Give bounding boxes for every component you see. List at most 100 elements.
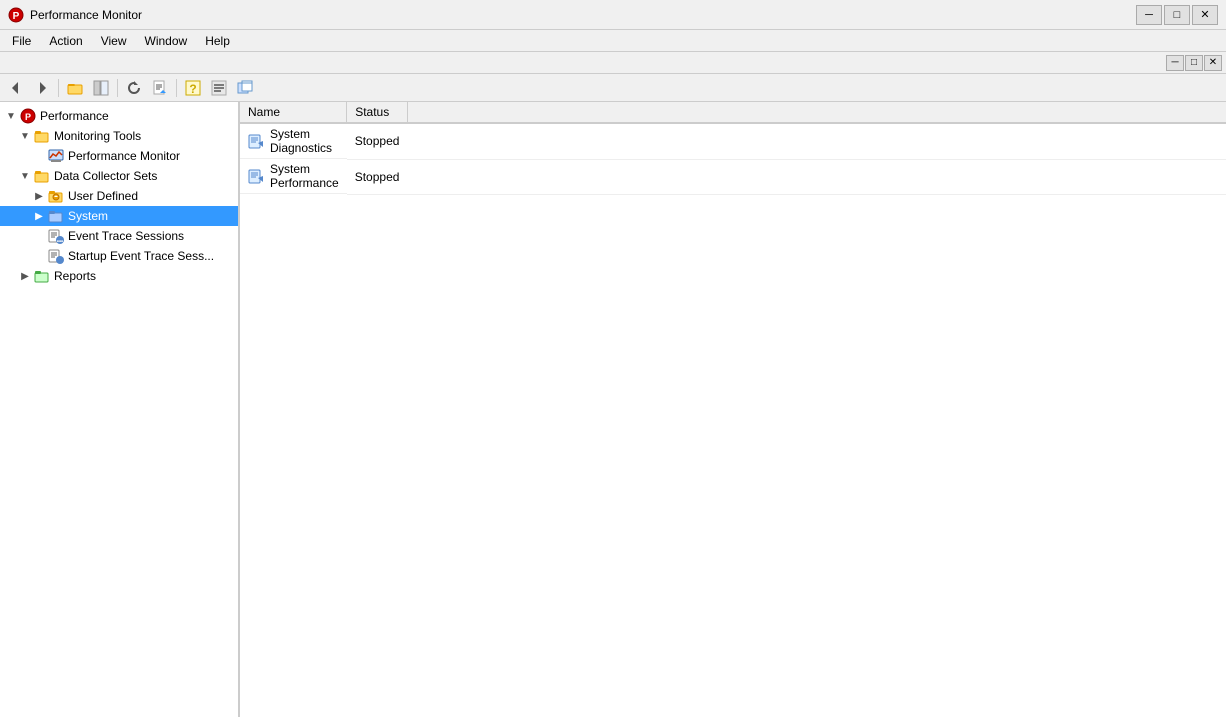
- tree-item-reports[interactable]: ▶ Reports: [0, 266, 238, 286]
- col-header-name[interactable]: Name: [240, 102, 347, 123]
- console-tree-icon: [93, 80, 109, 96]
- cell-text-system-diagnostics: System Diagnostics: [270, 127, 339, 155]
- tree-label-reports: Reports: [54, 269, 96, 283]
- close-button[interactable]: ✕: [1192, 5, 1218, 25]
- expand-user-defined[interactable]: ▶: [32, 189, 46, 203]
- title-bar-left: P Performance Monitor: [8, 7, 142, 23]
- expand-data-collector-sets[interactable]: ▼: [18, 169, 32, 183]
- new-window-icon: [237, 80, 253, 96]
- menu-window[interactable]: Window: [137, 32, 196, 50]
- tree-label-data-collector-sets: Data Collector Sets: [54, 169, 157, 183]
- mmc-minimize[interactable]: ─: [1166, 55, 1184, 71]
- mmc-title-bar: ─ □ ✕: [0, 52, 1226, 74]
- properties-icon: [211, 80, 227, 96]
- mmc-restore[interactable]: □: [1185, 55, 1203, 71]
- reports-icon: [34, 268, 50, 284]
- tree-item-performance[interactable]: ▼ P Performance: [0, 106, 238, 126]
- tree-label-user-defined: User Defined: [68, 189, 138, 203]
- tree-item-monitoring-tools[interactable]: ▼ Monitoring Tools: [0, 126, 238, 146]
- menu-action[interactable]: Action: [41, 32, 90, 50]
- data-table: Name Status: [240, 102, 1226, 195]
- expand-system[interactable]: ▶: [32, 209, 46, 223]
- maximize-button[interactable]: □: [1164, 5, 1190, 25]
- cell-empty-2: [407, 159, 1226, 194]
- svg-text:•••: •••: [57, 240, 63, 245]
- tree-item-user-defined[interactable]: ▶ User Defined: [0, 186, 238, 206]
- menu-file[interactable]: File: [4, 32, 39, 50]
- cell-status-system-diagnostics: Stopped: [347, 123, 408, 159]
- tree-label-performance-monitor: Performance Monitor: [68, 149, 180, 163]
- help-button[interactable]: ?: [181, 77, 205, 99]
- app-icon: P: [8, 7, 24, 23]
- menu-help[interactable]: Help: [197, 32, 238, 50]
- mmc-controls: ─ □ ✕: [1166, 55, 1222, 71]
- toolbar-sep-2: [117, 79, 118, 97]
- title-bar-controls: ─ □ ✕: [1136, 5, 1218, 25]
- tree-item-data-collector-sets[interactable]: ▼ Data Collector Sets: [0, 166, 238, 186]
- back-button[interactable]: [4, 77, 28, 99]
- mmc-close[interactable]: ✕: [1204, 55, 1222, 71]
- tree-item-startup-event-trace[interactable]: Startup Event Trace Sess...: [0, 246, 238, 266]
- properties-button[interactable]: [207, 77, 231, 99]
- open-folder-icon: [67, 80, 83, 96]
- tree-label-performance: Performance: [40, 109, 109, 123]
- export-button[interactable]: [148, 77, 172, 99]
- console-tree-button[interactable]: [89, 77, 113, 99]
- table-row[interactable]: System Performance Stopped: [240, 159, 1226, 194]
- performance-monitor-icon: [48, 148, 64, 164]
- tree-label-system: System: [68, 209, 108, 223]
- new-window-button[interactable]: [233, 77, 257, 99]
- monitoring-tools-icon: [34, 128, 50, 144]
- refresh-button[interactable]: [122, 77, 146, 99]
- tree-item-event-trace-sessions[interactable]: ••• Event Trace Sessions: [0, 226, 238, 246]
- tree-label-monitoring-tools: Monitoring Tools: [54, 129, 141, 143]
- back-icon: [8, 80, 24, 96]
- system-icon: [48, 208, 64, 224]
- main-container: ▼ P Performance ▼ Monitoring Tools: [0, 102, 1226, 717]
- event-trace-icon: •••: [48, 228, 64, 244]
- forward-icon: [34, 80, 50, 96]
- tree-panel: ▼ P Performance ▼ Monitoring Tools: [0, 102, 240, 717]
- tree-label-startup-event-trace: Startup Event Trace Sess...: [68, 249, 214, 263]
- row-icon-system-performance: [248, 168, 264, 184]
- cell-name-system-diagnostics: System Diagnostics: [240, 124, 347, 159]
- table-row[interactable]: System Diagnostics Stopped: [240, 123, 1226, 159]
- tree-item-system[interactable]: ▶ System: [0, 206, 238, 226]
- help-icon: ?: [185, 80, 201, 96]
- cell-name-system-performance: System Performance: [240, 159, 347, 194]
- row-icon-system-diagnostics: [248, 133, 264, 149]
- col-header-status[interactable]: Status: [347, 102, 408, 123]
- title-bar: P Performance Monitor ─ □ ✕: [0, 0, 1226, 30]
- expand-event-trace: [32, 229, 46, 243]
- window-title: Performance Monitor: [30, 8, 142, 22]
- tree-label-event-trace-sessions: Event Trace Sessions: [68, 229, 184, 243]
- expand-startup-event-trace: [32, 249, 46, 263]
- expand-performance[interactable]: ▼: [4, 109, 18, 123]
- refresh-icon: [126, 80, 142, 96]
- user-defined-icon: [48, 188, 64, 204]
- startup-event-trace-icon: [48, 248, 64, 264]
- right-panel: Name Status: [240, 102, 1226, 717]
- menu-bar: File Action View Window Help: [0, 30, 1226, 52]
- open-folder-button[interactable]: [63, 77, 87, 99]
- expand-reports[interactable]: ▶: [18, 269, 32, 283]
- svg-text:P: P: [25, 112, 31, 122]
- cell-empty-1: [407, 123, 1226, 159]
- menu-view[interactable]: View: [93, 32, 135, 50]
- expand-monitoring-tools[interactable]: ▼: [18, 129, 32, 143]
- col-header-empty: [407, 102, 1226, 123]
- cell-text-system-performance: System Performance: [270, 162, 339, 190]
- expand-performance-monitor: [32, 149, 46, 163]
- export-icon: [152, 80, 168, 96]
- toolbar: ?: [0, 74, 1226, 102]
- perf-icon: P: [20, 108, 36, 124]
- toolbar-sep-3: [176, 79, 177, 97]
- svg-text:?: ?: [189, 82, 196, 96]
- tree-item-performance-monitor[interactable]: Performance Monitor: [0, 146, 238, 166]
- minimize-button[interactable]: ─: [1136, 5, 1162, 25]
- data-collector-sets-icon: [34, 168, 50, 184]
- forward-button[interactable]: [30, 77, 54, 99]
- toolbar-sep-1: [58, 79, 59, 97]
- cell-status-system-performance: Stopped: [347, 159, 408, 194]
- svg-text:P: P: [13, 11, 20, 22]
